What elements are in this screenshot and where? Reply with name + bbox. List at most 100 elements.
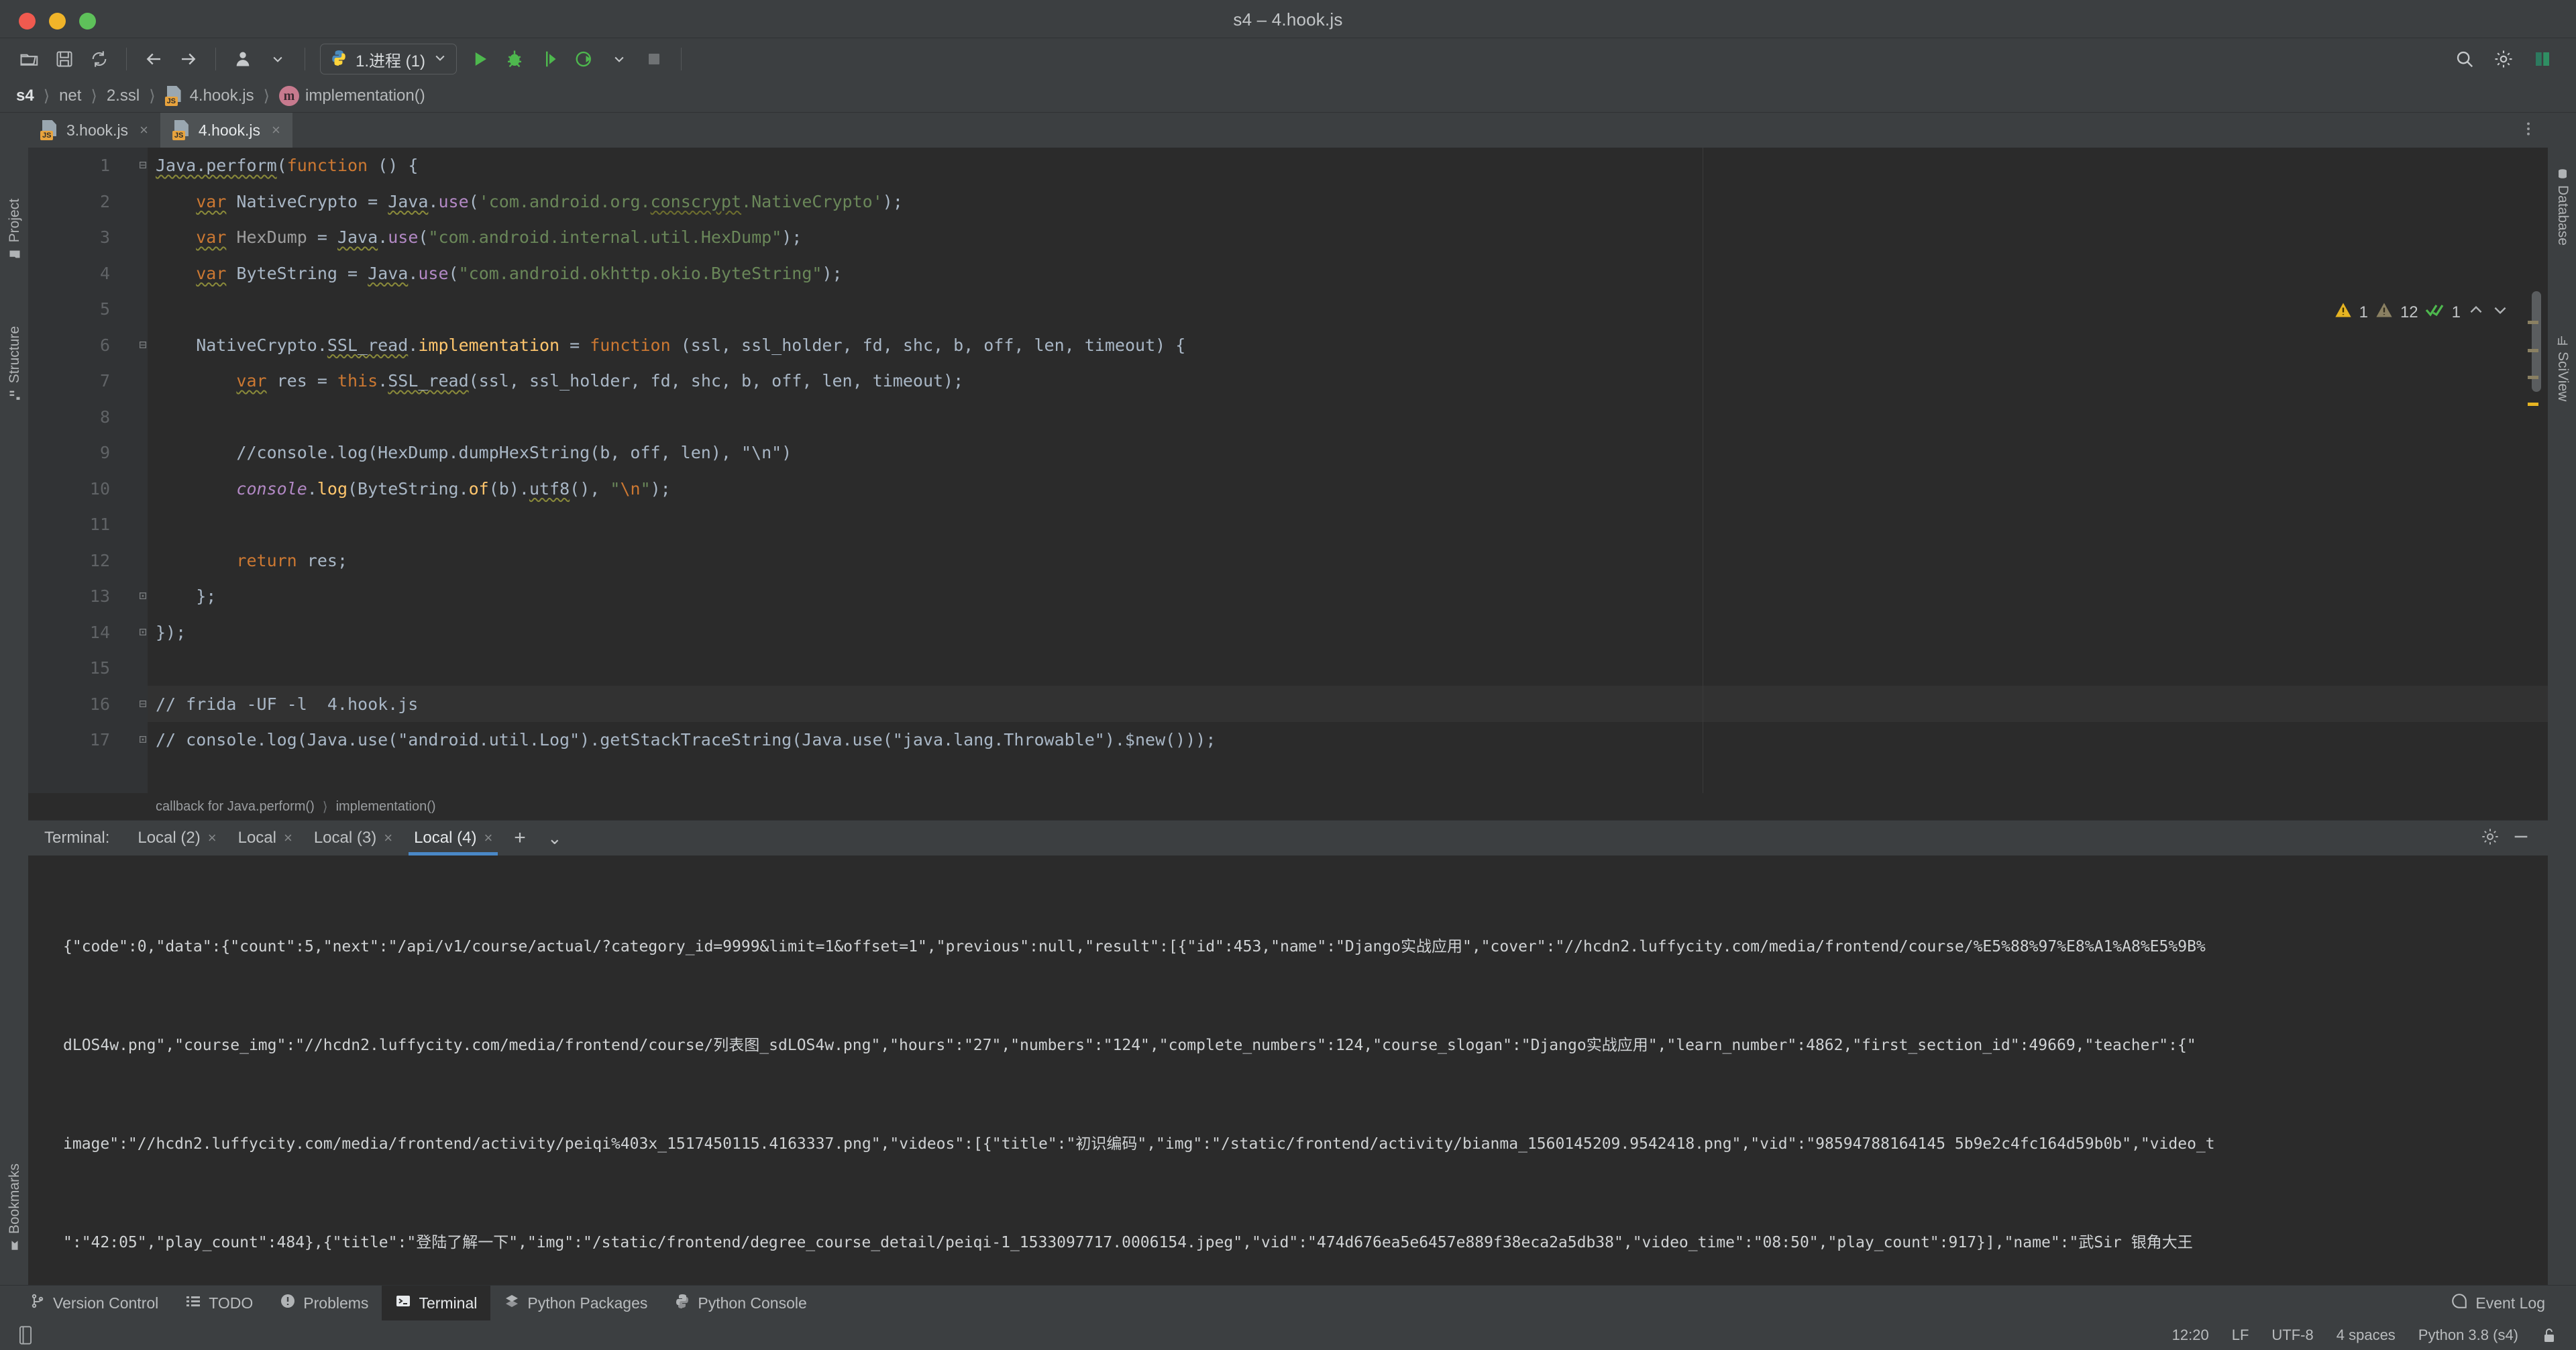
terminal-tab-local-4[interactable]: Local (4) × xyxy=(403,821,503,855)
previous-problem-icon[interactable] xyxy=(2467,301,2485,323)
gear-icon[interactable] xyxy=(2489,44,2518,74)
fold-marker[interactable]: ⊟ xyxy=(134,686,152,723)
status-widget-problems[interactable]: Problems xyxy=(266,1286,382,1320)
code-text: }); xyxy=(156,622,186,642)
breadcrumb: s4 ⟩ net ⟩ 2.ssl ⟩ JS 4.hook.js ⟩ m impl… xyxy=(0,80,2576,113)
close-terminal-tab-icon[interactable]: × xyxy=(484,829,492,847)
structure-crumb-implementation[interactable]: implementation() xyxy=(336,799,436,815)
file-encoding[interactable]: UTF-8 xyxy=(2271,1327,2313,1344)
status-bar: 12:20 LF UTF-8 4 spaces Python 3.8 (s4) xyxy=(0,1320,2576,1350)
chevron-down-icon[interactable] xyxy=(433,51,447,68)
run-configuration-selector[interactable]: 1.进程 (1) xyxy=(320,44,458,74)
status-widget-todo[interactable]: TODO xyxy=(172,1286,266,1320)
open-folder-icon[interactable] xyxy=(15,44,44,74)
structure-crumb-callback[interactable]: callback for Java.perform() xyxy=(156,799,315,815)
sidebar-item-structure[interactable]: Structure xyxy=(7,326,23,402)
more-tabs-icon[interactable] xyxy=(2520,120,2537,141)
marker-stripe[interactable] xyxy=(2528,403,2538,406)
close-terminal-tab-icon[interactable]: × xyxy=(208,829,217,847)
chevron-down-icon[interactable] xyxy=(604,44,634,74)
marker-stripe[interactable] xyxy=(2528,321,2538,324)
line-number: 5 xyxy=(99,299,110,319)
run-button[interactable] xyxy=(465,44,494,74)
fold-marker[interactable]: ⊡ xyxy=(134,578,152,615)
status-widget-python-packages[interactable]: Python Packages xyxy=(490,1286,661,1320)
debug-button[interactable] xyxy=(500,44,529,74)
terminal-panel[interactable]: {"code":0,"data":{"count":5,"next":"/api… xyxy=(28,855,2548,1285)
fold-marker[interactable]: ⊟ xyxy=(134,148,152,184)
indent-setting[interactable]: 4 spaces xyxy=(2337,1327,2396,1344)
sidebar-item-project[interactable]: Project xyxy=(7,199,23,261)
next-problem-icon[interactable] xyxy=(2491,301,2509,323)
status-widget-python-console[interactable]: Python Console xyxy=(661,1286,820,1320)
sidebar-item-bookmarks[interactable]: Bookmarks xyxy=(7,1163,23,1251)
window-title: s4 – 4.hook.js xyxy=(1233,9,1343,30)
chevron-down-icon[interactable] xyxy=(263,44,292,74)
code-line: 7 var res = this.SSL_read(ssl, ssl_holde… xyxy=(28,363,2548,399)
gear-icon[interactable] xyxy=(2481,827,2500,849)
terminal-tab-list-button[interactable]: ⌄ xyxy=(537,821,573,855)
terminal-line: {"code":0,"data":{"count":5,"next":"/api… xyxy=(63,938,2206,955)
status-widget-event-log[interactable]: Event Log xyxy=(2437,1286,2559,1320)
profile-run-button[interactable] xyxy=(570,44,599,74)
minimize-icon[interactable] xyxy=(2512,827,2530,849)
caret-position[interactable]: 12:20 xyxy=(2172,1327,2209,1344)
breadcrumb-separator: ⟩ xyxy=(149,87,156,105)
line-number: 12 xyxy=(89,550,110,570)
fold-marker[interactable]: ⊡ xyxy=(134,615,152,651)
terminal-tab-local[interactable]: Local × xyxy=(227,821,303,855)
terminal-tab-local-3[interactable]: Local (3) × xyxy=(303,821,403,855)
ide-avatar-icon[interactable] xyxy=(2528,44,2557,74)
forward-arrow-icon[interactable] xyxy=(174,44,203,74)
profile-icon[interactable] xyxy=(228,44,258,74)
status-widget-terminal[interactable]: Terminal xyxy=(382,1286,491,1320)
breadcrumb-item-method[interactable]: m implementation() xyxy=(278,86,427,106)
sidebar-item-sciview[interactable]: SciView xyxy=(2555,334,2571,401)
breadcrumb-label: implementation() xyxy=(305,87,425,105)
weak-warning-icon xyxy=(2375,301,2394,324)
breadcrumb-item-project[interactable]: s4 xyxy=(15,87,36,105)
inspection-widget[interactable]: 1 12 1 xyxy=(2334,301,2509,324)
stop-button[interactable] xyxy=(639,44,669,74)
marker-stripe[interactable] xyxy=(2528,349,2538,352)
breadcrumb-item-ssl[interactable]: 2.ssl xyxy=(105,87,141,105)
code-editor[interactable]: 1 ⊟ Java.perform(function () { 2 var Nativ… xyxy=(28,148,2548,793)
sidebar-item-label: Database xyxy=(2555,185,2571,246)
tool-window-bar: Version Control TODO Problems Terminal P… xyxy=(0,1285,2576,1320)
editor-tab-label: 3.hook.js xyxy=(66,121,129,139)
breadcrumb-item-net[interactable]: net xyxy=(58,87,83,105)
search-icon[interactable] xyxy=(2450,44,2479,74)
sync-icon[interactable] xyxy=(85,44,114,74)
save-icon[interactable] xyxy=(50,44,79,74)
code-content[interactable]: 1 ⊟ Java.perform(function () { 2 var Nativ… xyxy=(28,148,2548,793)
terminal-label: Terminal: xyxy=(44,829,110,847)
close-terminal-tab-icon[interactable]: × xyxy=(384,829,392,847)
close-tab-icon[interactable]: × xyxy=(272,121,280,139)
new-terminal-tab-button[interactable]: + xyxy=(503,821,537,855)
unlocked-icon[interactable] xyxy=(2541,1327,2557,1344)
editor-tab-3-hook[interactable]: JS 3.hook.js × xyxy=(28,113,160,148)
line-number: 2 xyxy=(99,191,110,211)
fold-marker[interactable]: ⊡ xyxy=(134,722,152,758)
line-separator[interactable]: LF xyxy=(2232,1327,2249,1344)
checkmark-icon xyxy=(2425,301,2445,323)
marker-stripe[interactable] xyxy=(2528,376,2538,379)
breadcrumb-separator: ⟩ xyxy=(263,87,270,105)
terminal-tab-local-2[interactable]: Local (2) × xyxy=(127,821,227,855)
memory-indicator-icon[interactable] xyxy=(16,1325,35,1345)
sidebar-item-database[interactable]: Database xyxy=(2555,168,2571,246)
line-number: 11 xyxy=(89,515,110,534)
close-tab-icon[interactable]: × xyxy=(140,121,148,139)
python-interpreter[interactable]: Python 3.8 (s4) xyxy=(2418,1327,2518,1344)
status-widget-version-control[interactable]: Version Control xyxy=(16,1286,172,1320)
fold-marker[interactable]: ⊟ xyxy=(134,327,152,364)
status-widget-label: Version Control xyxy=(53,1294,159,1312)
run-coverage-button[interactable] xyxy=(535,44,564,74)
close-terminal-tab-icon[interactable]: × xyxy=(284,829,292,847)
back-arrow-icon[interactable] xyxy=(139,44,168,74)
status-widget-label: Python Packages xyxy=(527,1294,648,1312)
breadcrumb-item-file[interactable]: JS 4.hook.js xyxy=(164,86,256,106)
editor-tab-4-hook[interactable]: JS 4.hook.js × xyxy=(160,113,292,148)
line-number: 9 xyxy=(99,443,110,462)
terminal-tab-label: Local (2) xyxy=(138,829,201,847)
